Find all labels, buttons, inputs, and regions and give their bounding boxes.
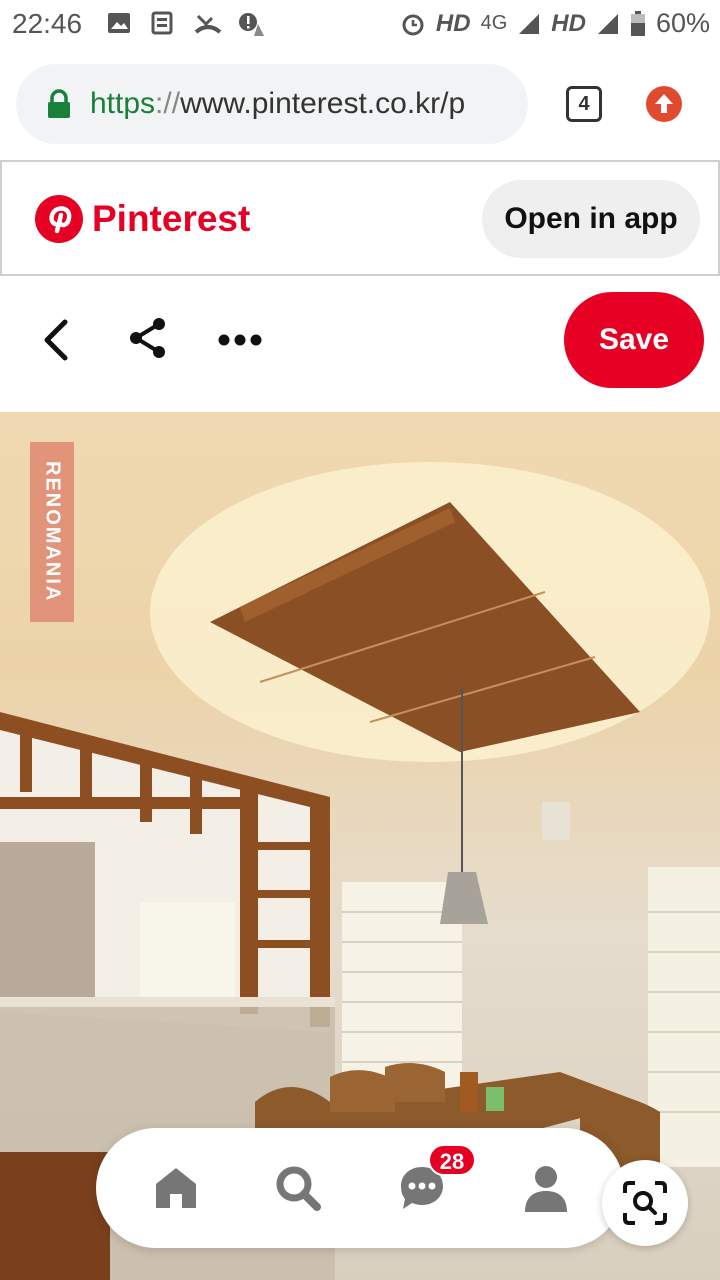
tab-switcher-button[interactable]: 4 [566, 86, 602, 122]
battery-percent: 60% [655, 8, 710, 38]
open-in-app-button[interactable]: Open in app [482, 180, 700, 258]
signal-icon [519, 13, 540, 34]
battery-icon [630, 10, 645, 36]
lens-search-icon [623, 1181, 667, 1225]
share-icon [130, 318, 165, 358]
signal-icon-2 [597, 13, 618, 34]
image-icon [106, 10, 134, 38]
alarm-icon [402, 14, 424, 35]
missed-call-icon [194, 10, 222, 38]
visual-search-button[interactable] [602, 1160, 688, 1246]
url-host: www.pinterest.co.kr/p [180, 87, 466, 120]
status-right: HD 4G HD 60% [400, 8, 710, 39]
url-scheme: https [90, 87, 156, 120]
news-icon [150, 10, 178, 38]
watermark-text: RENOMANIA [41, 461, 64, 603]
network-hd-2: HD [551, 9, 586, 37]
url-separator: :// [155, 87, 181, 120]
url-text: https://www.pinterest.co.kr/p [90, 87, 465, 121]
pinterest-banner: Pinterest Open in app [0, 160, 720, 276]
nav-search[interactable] [270, 1160, 326, 1216]
share-button[interactable] [126, 314, 170, 362]
pinterest-logo-icon [35, 195, 83, 243]
network-4g: 4G [480, 12, 508, 34]
person-icon [525, 1166, 567, 1212]
lock-icon [48, 89, 70, 118]
more-options-button[interactable] [214, 320, 266, 360]
save-button[interactable]: Save [564, 292, 704, 388]
notification-icons [106, 10, 266, 38]
brand-name: Pinterest [92, 198, 251, 239]
url-bar[interactable]: https://www.pinterest.co.kr/p [16, 64, 528, 144]
nav-home[interactable] [148, 1160, 204, 1216]
home-icon [156, 1168, 196, 1208]
pinterest-brand[interactable]: Pinterest [34, 194, 250, 244]
upload-icon[interactable] [646, 86, 682, 122]
network-hd: HD [435, 9, 471, 37]
search-icon [276, 1166, 321, 1211]
browser-toolbar: https://www.pinterest.co.kr/p 4 [0, 50, 720, 160]
screen: 22:46 HD 4G HD 60% https://www.pinterest… [0, 0, 720, 1280]
back-button[interactable] [34, 316, 78, 364]
more-horizontal-icon [218, 334, 262, 346]
bottom-navigation: 28 [96, 1128, 624, 1248]
status-bar: 22:46 HD 4G HD 60% [0, 0, 720, 50]
nav-profile[interactable] [518, 1160, 574, 1216]
pin-actions: Save [0, 276, 720, 412]
watermark: RENOMANIA [30, 442, 74, 622]
chevron-left-icon [44, 319, 68, 361]
alert-icon [238, 10, 266, 38]
message-badge: 28 [428, 1144, 476, 1176]
status-time: 22:46 [12, 8, 83, 39]
